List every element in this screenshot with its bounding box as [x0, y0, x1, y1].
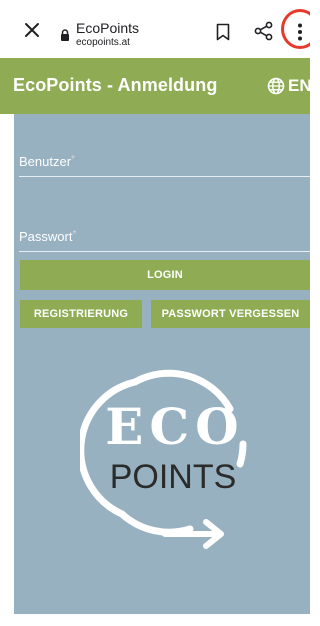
globe-icon — [267, 77, 285, 95]
browser-toolbar: EcoPoints ecopoints.at — [0, 0, 310, 58]
language-label: EN — [288, 76, 310, 95]
login-panel: Benutzer* Passwort* LOGIN REGISTRIERUNG … — [14, 114, 310, 614]
language-button[interactable]: EN — [267, 75, 310, 97]
login-button[interactable]: LOGIN — [20, 260, 310, 290]
browser-page-title[interactable]: EcoPoints — [76, 20, 139, 36]
app-header: EcoPoints - Anmeldung EN — [0, 58, 310, 114]
logo-eco-text: ECO — [105, 397, 244, 456]
username-underline — [19, 176, 310, 177]
menu-highlight-circle — [281, 9, 310, 49]
lock-icon — [61, 29, 69, 41]
close-icon[interactable] — [24, 22, 40, 38]
screen: EcoPoints ecopoints.at EcoPoints - Anmel… — [0, 0, 310, 626]
logo-points-text: POINTS — [110, 458, 237, 496]
password-field[interactable] — [19, 227, 310, 251]
share-icon[interactable] — [254, 21, 274, 41]
browser-url[interactable]: ecopoints.at — [76, 37, 130, 48]
register-button[interactable]: REGISTRIERUNG — [20, 300, 142, 328]
username-field[interactable] — [19, 152, 310, 176]
page-title: EcoPoints - Anmeldung — [13, 75, 218, 95]
ecopoints-logo: ECO POINTS — [80, 369, 247, 549]
bottom-strip — [0, 614, 310, 626]
forgot-password-button[interactable]: PASSWORT VERGESSEN — [151, 300, 310, 328]
bookmark-icon[interactable] — [216, 23, 230, 41]
password-underline — [19, 251, 310, 252]
